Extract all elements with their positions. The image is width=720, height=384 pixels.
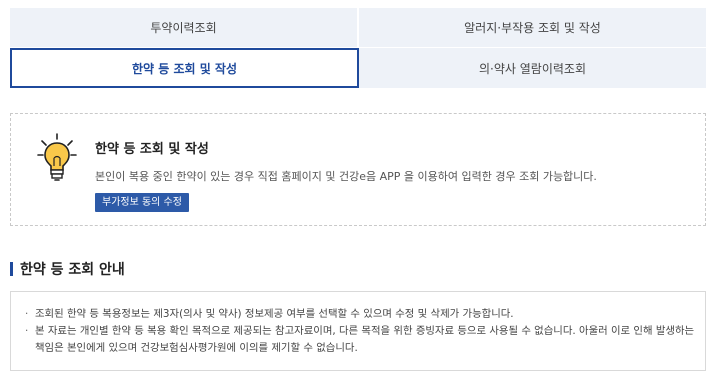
tab-doctor-view-history[interactable]: 의·약사 열람이력조회: [359, 48, 706, 88]
info-box-title: 한약 등 조회 및 작성: [95, 142, 209, 157]
tab-navigation: 투약이력조회 알러지·부작용 조회 및 작성 한약 등 조회 및 작성 의·약사…: [10, 8, 706, 88]
tab-herbal-medicine[interactable]: 한약 등 조회 및 작성: [10, 48, 359, 88]
notice-list: 조회된 한약 등 복용정보는 제3자(의사 및 약사) 정보제공 여부를 선택할…: [11, 292, 705, 357]
section-title-marker: [10, 262, 13, 276]
tab-allergy-side-effects[interactable]: 알러지·부작용 조회 및 작성: [359, 8, 706, 47]
notice-box: 조회된 한약 등 복용정보는 제3자(의사 및 약사) 정보제공 여부를 선택할…: [10, 291, 706, 371]
info-box: 한약 등 조회 및 작성 본인이 복용 중인 한약이 있는 경우 직접 홈페이지…: [10, 113, 706, 226]
lightbulb-icon: [37, 133, 77, 181]
section-title: 한약 등 조회 안내: [10, 260, 125, 278]
notice-item: 조회된 한약 등 복용정보는 제3자(의사 및 약사) 정보제공 여부를 선택할…: [25, 306, 695, 323]
notice-item: 본 자료는 개인별 한약 등 복용 확인 목적으로 제공되는 참고자료이며, 다…: [25, 323, 695, 340]
info-box-description: 본인이 복용 중인 한약이 있는 경우 직접 홈페이지 및 건강e음 APP 을…: [95, 170, 597, 183]
consent-edit-button[interactable]: 부가정보 동의 수정: [95, 193, 189, 212]
tab-medication-history[interactable]: 투약이력조회: [10, 8, 357, 47]
section-title-text: 한약 등 조회 안내: [20, 262, 125, 278]
notice-item-continued: 책임은 본인에게 있으며 건강보험심사평가원에 이의를 제기할 수 없습니다.: [35, 342, 358, 354]
